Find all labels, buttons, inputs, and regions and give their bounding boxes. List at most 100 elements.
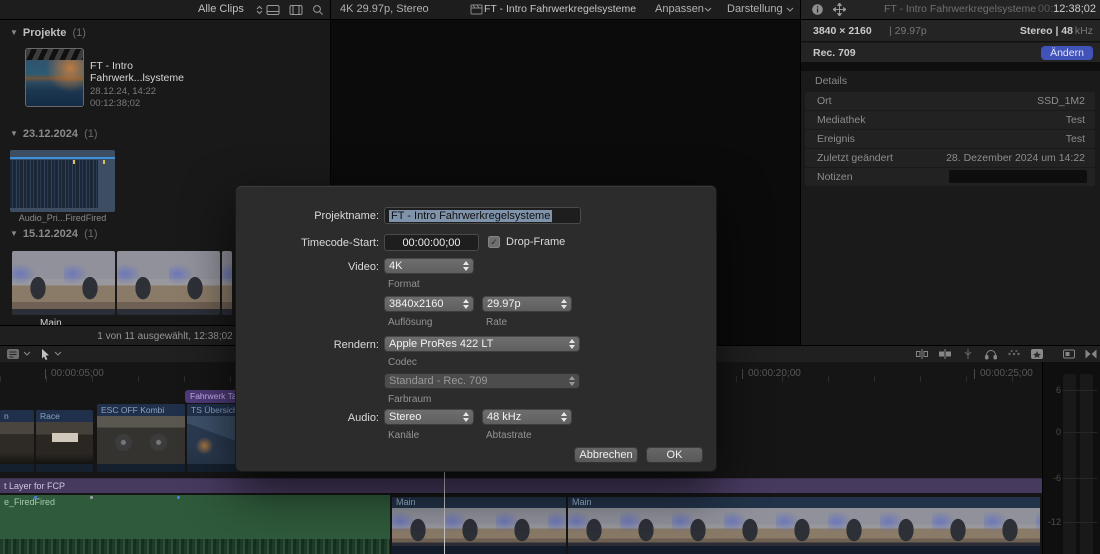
project-name-line1[interactable]: FT - Intro: [90, 60, 133, 72]
search-icon[interactable]: [312, 4, 324, 16]
meter-scale-label: -12: [1045, 517, 1061, 527]
meter-gridline: [1063, 522, 1097, 523]
clip-audio-strip: [0, 464, 34, 472]
waveform-graphic: [0, 539, 390, 554]
ok-button[interactable]: OK: [646, 447, 703, 463]
section-title: Projekte: [23, 27, 66, 39]
filmstrip-icon[interactable]: [289, 4, 303, 16]
anpassen-menu[interactable]: Anpassen: [655, 3, 704, 15]
insert-icon[interactable]: [961, 348, 975, 360]
trim-tool-icon[interactable]: [915, 348, 929, 360]
detail-value: SSD_1M2: [1037, 95, 1085, 107]
current-timecode[interactable]: 00:12:38;02: [1038, 3, 1096, 15]
skimming-icon[interactable]: [1007, 348, 1021, 360]
clip-filmstrip: [187, 416, 242, 464]
clip-audio-strip: [97, 464, 185, 472]
clapperboard-icon: [470, 4, 483, 15]
clip-filmstrip: [568, 508, 1040, 546]
media-rect-icon[interactable]: [1062, 348, 1076, 360]
audio-clip-name[interactable]: Audio_Pri...FiredFired: [10, 213, 115, 223]
audio-timeline-clip[interactable]: e_FiredFired: [0, 495, 390, 554]
clip-title: n: [0, 410, 34, 422]
select-value: Apple ProRes 422 LT: [389, 338, 493, 350]
main-video-clip[interactable]: Main: [568, 497, 1040, 554]
samplerate-select[interactable]: 48 kHz: [482, 409, 572, 425]
select-value: 29.97p: [487, 298, 521, 310]
main-video-clip[interactable]: Main: [392, 497, 566, 554]
audio-clip-thumbnail[interactable]: [10, 150, 115, 212]
timeline-clip[interactable]: ESC OFF Kombi: [97, 404, 185, 472]
disclosure-triangle-icon: ▼: [10, 229, 18, 238]
timecode-value: 12:38;02: [1053, 3, 1096, 15]
filmstrip-frame: [222, 251, 232, 315]
viewer-format-info: 4K 29.97p, Stereo: [340, 3, 429, 15]
move-tool-icon[interactable]: [833, 3, 846, 16]
project-name-input[interactable]: FT - Intro Fahrwerkregelsysteme: [384, 207, 581, 224]
fcp-window: Alle Clips 4K 29.97p, Stereo FT - Intro …: [0, 0, 1100, 554]
detail-value: 28. Dezember 2024 um 14:22: [946, 152, 1085, 164]
toolbar-divider: [330, 0, 331, 19]
effects-browser-icon[interactable]: [1030, 348, 1044, 360]
info-icon[interactable]: [811, 3, 824, 16]
clip-title: e_FiredFired: [4, 497, 55, 507]
timecode-start-label: Timecode-Start:: [236, 237, 379, 249]
waveform-overview-line: [10, 157, 115, 159]
meter-scale-label: -6: [1045, 473, 1061, 483]
cancel-button[interactable]: Abbrechen: [574, 447, 638, 463]
video-format-select[interactable]: 4K: [384, 258, 474, 274]
video-clip-thumbnail[interactable]: [222, 251, 232, 315]
render-label: Rendern:: [236, 339, 379, 351]
select-value: 4K: [389, 260, 402, 272]
filmstrip-frame: [12, 251, 115, 315]
section-count: (1): [72, 27, 85, 39]
timecode-start-input[interactable]: 00:00:00;00: [384, 234, 479, 251]
clip-marker-icon: [103, 160, 105, 164]
darstellung-menu[interactable]: Darstellung: [727, 3, 783, 15]
channels-select[interactable]: Stereo: [384, 409, 474, 425]
checkmark-icon: ✓: [490, 237, 498, 248]
detail-label: Mediathek: [817, 114, 865, 126]
project-name-line2[interactable]: Fahrwerk...lsysteme: [90, 72, 184, 84]
timeline-clip[interactable]: TS Übersicht: [187, 404, 242, 472]
resolution-select[interactable]: 3840x2160: [384, 296, 474, 312]
timecode-prefix: 00:: [1038, 3, 1053, 15]
date-section-header[interactable]: ▼23.12.2024 (1): [10, 128, 98, 140]
meter-bar-left: [1063, 374, 1076, 554]
timeline-clip[interactable]: Race: [36, 410, 93, 472]
timeline-index-icon[interactable]: [6, 348, 20, 360]
video-clip-thumbnail[interactable]: [117, 251, 220, 315]
media-browser-icon[interactable]: [266, 4, 280, 16]
adjustment-layer-clip[interactable]: t Layer for FCP: [0, 478, 1042, 493]
clip-title: Race: [36, 410, 93, 422]
clip-marker-icon: [34, 496, 37, 499]
detail-row-notizen: Notizen: [805, 168, 1095, 186]
drop-frame-checkbox[interactable]: ✓: [488, 236, 500, 248]
timeline-clip[interactable]: n: [0, 410, 34, 472]
date-section-header[interactable]: ▼15.12.2024 (1): [10, 228, 98, 240]
notizen-input[interactable]: [949, 170, 1087, 183]
meter-gridline: [1063, 390, 1097, 391]
overwrite-icon[interactable]: [938, 348, 952, 360]
rate-select[interactable]: 29.97p: [482, 296, 572, 312]
video-label: Video:: [236, 261, 379, 273]
solo-headphones-icon[interactable]: [984, 348, 998, 360]
transitions-browser-icon[interactable]: [1084, 348, 1098, 360]
clip-marker-icon: [177, 496, 180, 499]
clip-filmstrip: [36, 422, 93, 464]
video-clip-thumbnail[interactable]: [12, 251, 115, 315]
project-date: 28.12.24, 14:22: [90, 86, 156, 97]
change-button[interactable]: Ändern: [1041, 46, 1093, 60]
projects-section-header[interactable]: ▼Projekte (1): [10, 27, 86, 39]
timeline-title: FT - Intro Fahrwerkregelsysteme: [879, 3, 1041, 15]
select-value: 3840x2160: [389, 298, 443, 310]
meter-bar-right: [1080, 374, 1093, 554]
timeline-header-bar: FT - Intro Fahrwerkregelsysteme 00:12:38…: [800, 0, 1100, 19]
chevron-up-down-icon: [463, 412, 469, 422]
clip-title: ESC OFF Kombi: [97, 404, 185, 416]
meter-scale-label: 0: [1045, 427, 1061, 437]
all-clips-filter[interactable]: Alle Clips: [198, 3, 244, 15]
clip-marker-icon: [90, 496, 93, 499]
project-thumbnail[interactable]: [25, 48, 84, 107]
select-tool-icon[interactable]: [40, 348, 51, 361]
codec-select[interactable]: Apple ProRes 422 LT: [384, 336, 580, 352]
